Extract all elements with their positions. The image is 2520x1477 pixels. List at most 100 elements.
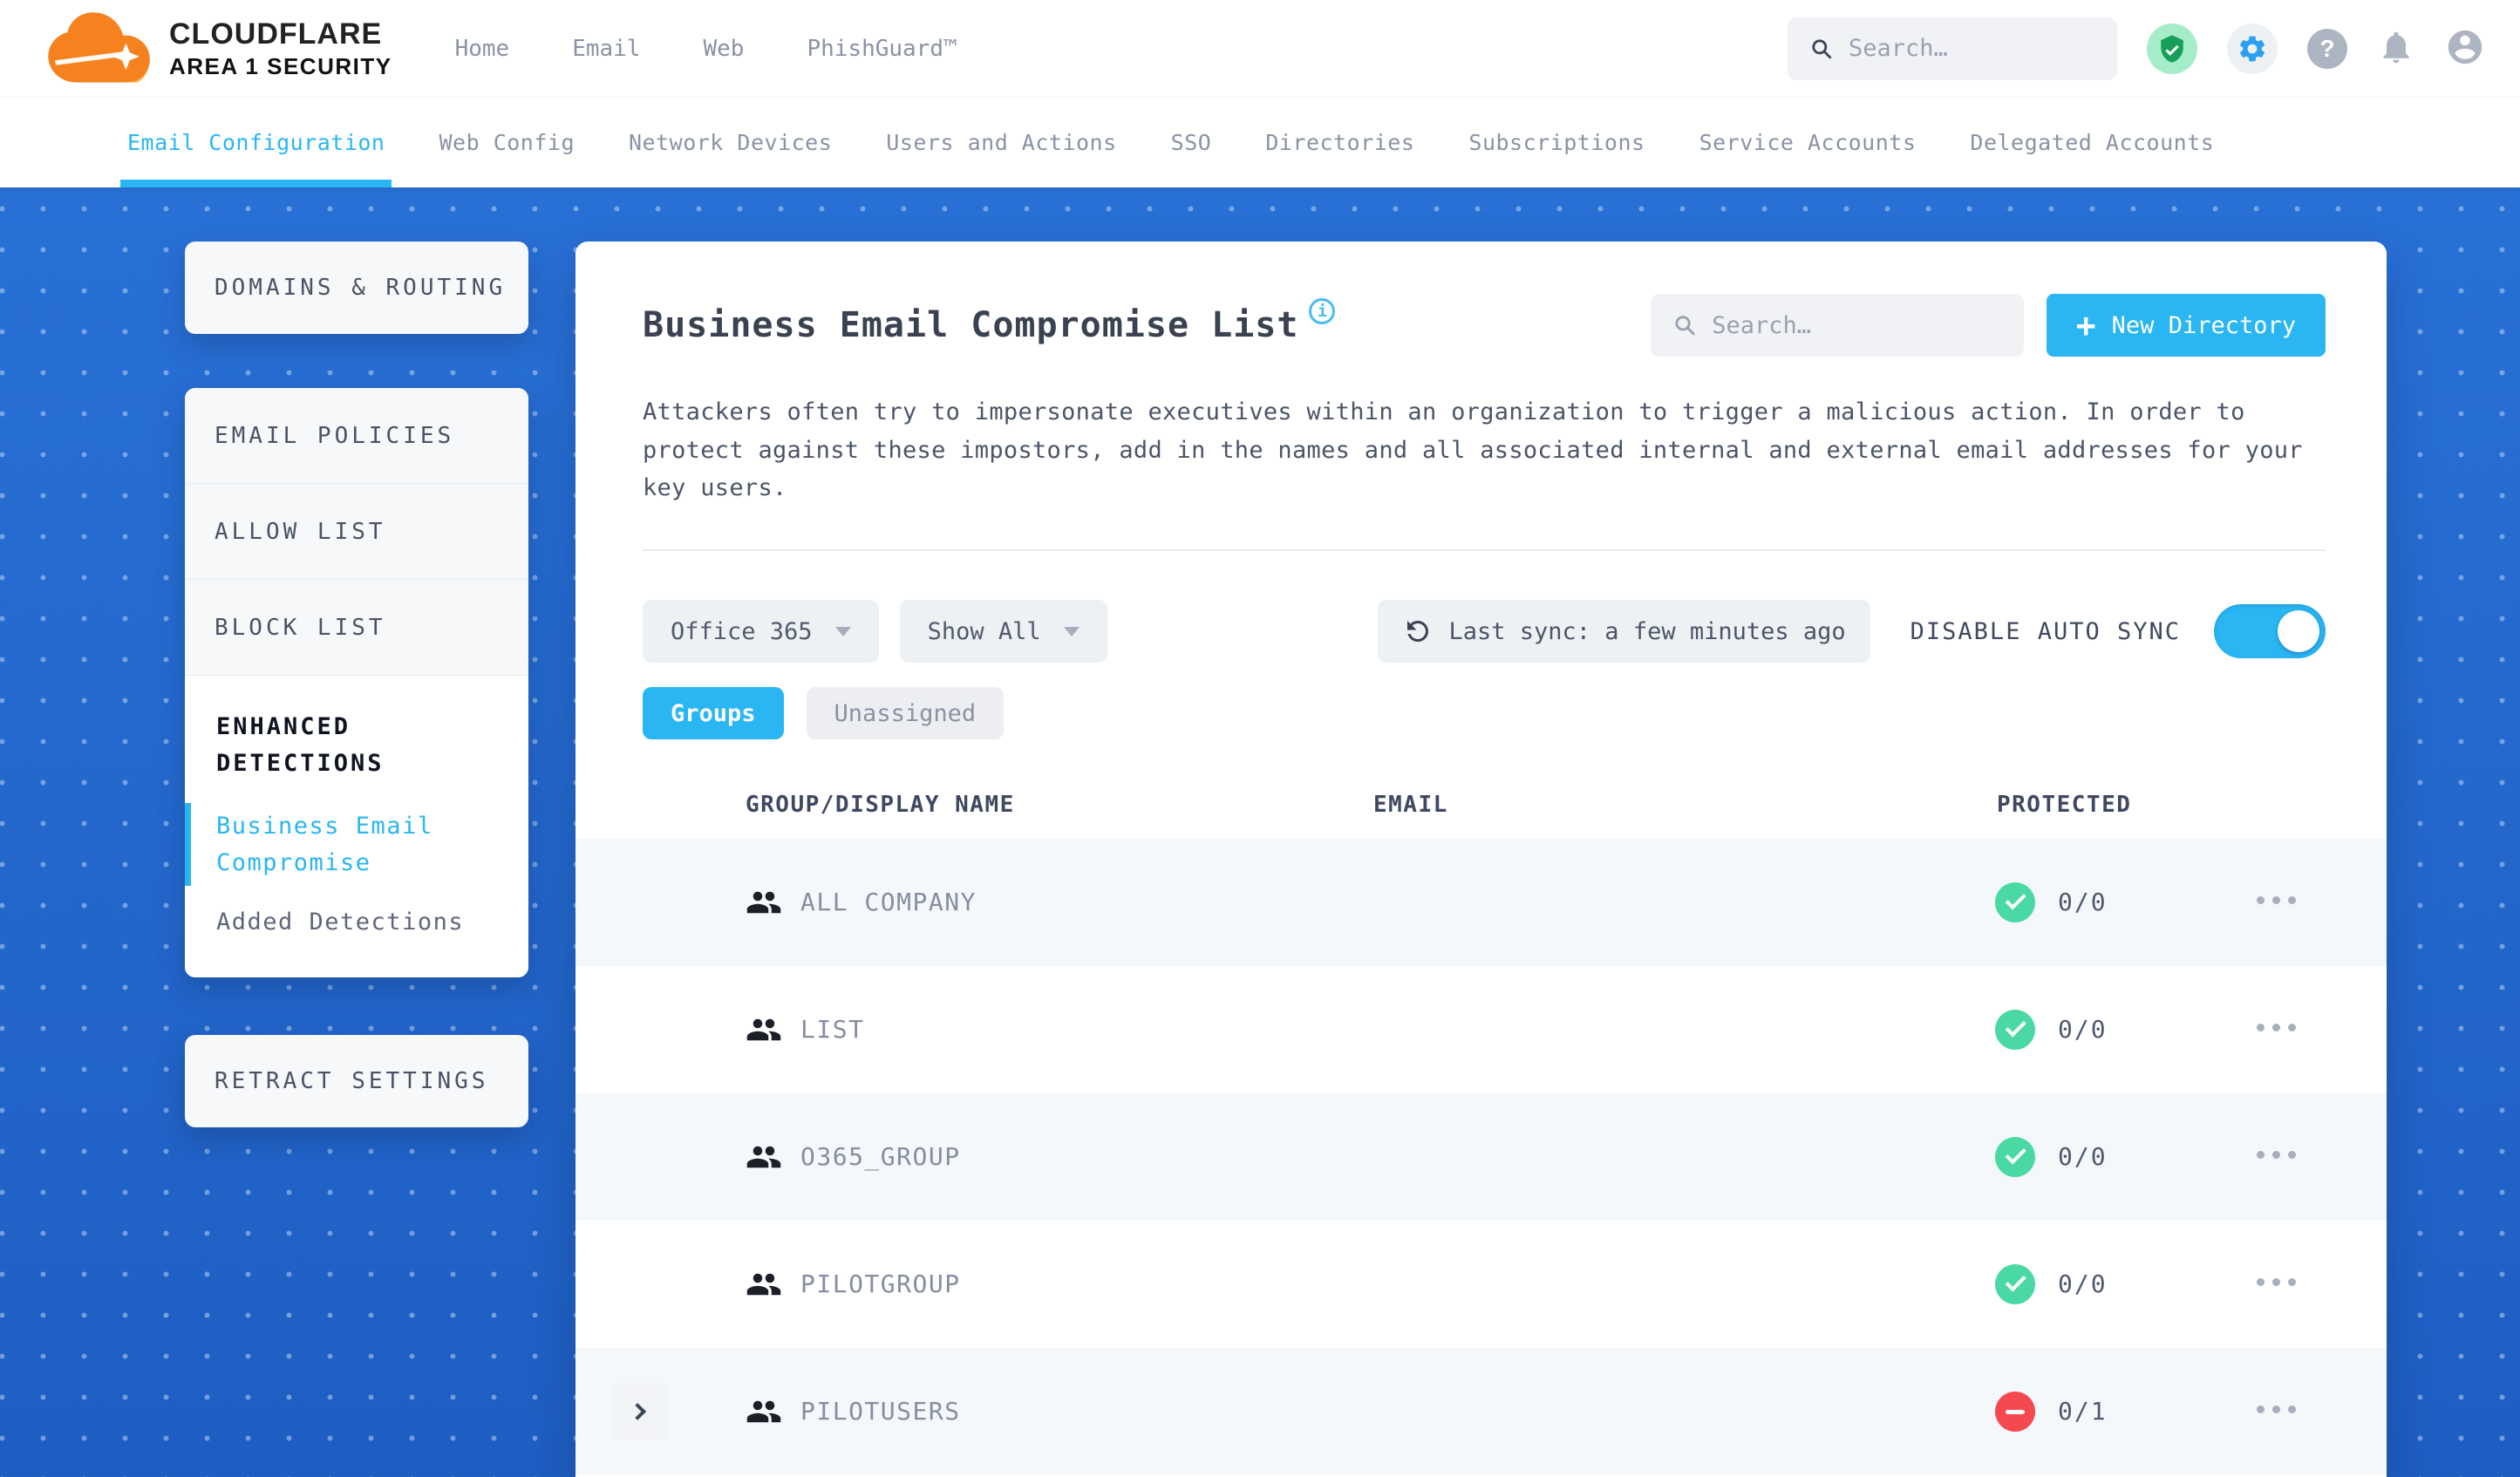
info-icon[interactable] xyxy=(1309,298,1336,324)
last-sync-text: Last sync: a few minutes ago xyxy=(1448,617,1846,645)
sidebar: DOMAINS & ROUTING EMAIL POLICIES ALLOW L… xyxy=(185,242,528,1128)
protected-count: 0/0 xyxy=(2058,1269,2108,1299)
top-bar: CLOUDFLARE AREA 1 SECURITY Home Email We… xyxy=(0,0,2520,98)
page-description: Attackers often try to impersonate execu… xyxy=(643,398,2303,502)
groups-table: GROUP/DISPLAY NAME EMAIL PROTECTED ALL C… xyxy=(576,786,2387,1476)
brand-subtitle: AREA 1 SECURITY xyxy=(169,52,392,79)
tab-service-accounts[interactable]: Service Accounts xyxy=(1699,98,1917,187)
retract-settings-label: RETRACT SETTINGS xyxy=(215,1068,489,1095)
protected-check-icon xyxy=(1995,1010,2035,1051)
list-search-input[interactable] xyxy=(1712,311,2001,339)
group-name: PILOTGROUP xyxy=(800,1269,961,1299)
last-sync-button[interactable]: Last sync: a few minutes ago xyxy=(1377,600,1870,664)
protected-count: 0/0 xyxy=(2058,888,2108,917)
tab-email-configuration[interactable]: Email Configuration xyxy=(119,98,392,187)
header-protected: PROTECTED xyxy=(1997,792,2132,819)
nav-home[interactable]: Home xyxy=(455,36,510,62)
sidebar-item-added-detections[interactable]: Added Detections xyxy=(216,909,499,936)
chevron-down-icon xyxy=(834,626,851,636)
row-actions-menu[interactable] xyxy=(2257,1151,2296,1160)
enhanced-detections-label[interactable]: ENHANCED DETECTIONS xyxy=(216,709,499,782)
expand-row-button[interactable] xyxy=(612,1384,668,1440)
sidebar-item-domains-routing[interactable]: DOMAINS & ROUTING xyxy=(185,242,528,334)
group-icon xyxy=(746,1146,781,1168)
row-actions-menu[interactable] xyxy=(2257,896,2296,905)
protected-check-icon xyxy=(1995,1137,2035,1178)
block-list-label: BLOCK LIST xyxy=(215,614,386,641)
row-actions-menu[interactable] xyxy=(2257,1278,2296,1287)
group-icon xyxy=(746,891,781,914)
group-name: LIST xyxy=(800,1015,865,1045)
tab-subscriptions[interactable]: Subscriptions xyxy=(1468,98,1645,187)
global-search[interactable] xyxy=(1788,17,2117,80)
divider xyxy=(643,549,2326,552)
brand-title: CLOUDFLARE xyxy=(169,17,383,51)
gear-icon[interactable] xyxy=(2227,23,2278,74)
search-icon xyxy=(1812,38,1832,58)
chevron-right-icon xyxy=(629,1403,647,1421)
search-icon xyxy=(1675,316,1695,336)
avatar-icon[interactable] xyxy=(2445,27,2485,71)
protected-count: 0/0 xyxy=(2058,1142,2108,1172)
view-pills: Groups Unassigned xyxy=(643,687,2326,740)
sidebar-item-allow-list[interactable]: ALLOW LIST xyxy=(185,484,528,580)
table-row: ALL COMPANY 0/0 xyxy=(576,839,2387,967)
auto-sync-label: DISABLE AUTO SYNC xyxy=(1910,617,2181,645)
bell-icon[interactable] xyxy=(2377,28,2415,70)
group-name: O365_GROUP xyxy=(800,1142,961,1172)
header-email: EMAIL xyxy=(1373,792,1448,819)
group-name: ALL COMPANY xyxy=(800,888,977,917)
protected-count: 0/0 xyxy=(2058,1015,2108,1045)
new-directory-label: New Directory xyxy=(2111,311,2296,339)
protected-check-icon xyxy=(1995,882,2035,923)
sidebar-section-enhanced-detections: ENHANCED DETECTIONS Business Email Compr… xyxy=(185,676,528,978)
group-icon xyxy=(746,1273,781,1296)
allow-list-label: ALLOW LIST xyxy=(215,518,386,545)
row-actions-menu[interactable] xyxy=(2257,1406,2296,1414)
global-search-input[interactable] xyxy=(1848,35,2094,62)
protected-count: 0/1 xyxy=(2058,1397,2108,1426)
sidebar-item-block-list[interactable]: BLOCK LIST xyxy=(185,580,528,676)
list-search[interactable] xyxy=(1650,294,2024,357)
tab-users-and-actions[interactable]: Users and Actions xyxy=(886,98,1116,187)
protected-check-icon xyxy=(1995,1264,2035,1305)
sidebar-item-email-policies[interactable]: EMAIL POLICIES xyxy=(185,388,528,484)
config-tabs: Email Configuration Web Config Network D… xyxy=(0,98,2520,187)
email-policies-label: EMAIL POLICIES xyxy=(215,422,455,449)
tab-sso[interactable]: SSO xyxy=(1171,98,1212,187)
cloudflare-cloud-icon xyxy=(48,11,150,83)
tab-delegated-accounts[interactable]: Delegated Accounts xyxy=(1970,98,2214,187)
panel-header: Business Email Compromise List New Direc… xyxy=(643,294,2326,357)
show-filter-value: Show All xyxy=(927,617,1041,645)
table-row: PILOTUSERS 0/1 xyxy=(576,1348,2387,1476)
nav-email[interactable]: Email xyxy=(572,36,640,62)
refresh-icon xyxy=(1406,621,1428,643)
auto-sync-toggle[interactable] xyxy=(2214,604,2326,659)
tab-directories[interactable]: Directories xyxy=(1265,98,1414,187)
sidebar-item-business-email-compromise[interactable]: Business Email Compromise xyxy=(185,802,499,887)
sidebar-item-retract-settings[interactable]: RETRACT SETTINGS xyxy=(185,1035,528,1128)
nav-phishguard[interactable]: PhishGuard™ xyxy=(807,36,957,62)
pill-groups[interactable]: Groups xyxy=(643,687,784,740)
directory-dropdown-value: Office 365 xyxy=(671,617,813,645)
toggle-knob xyxy=(2278,610,2319,653)
directory-dropdown[interactable]: Office 365 xyxy=(643,600,879,664)
group-icon xyxy=(746,1018,781,1041)
tab-network-devices[interactable]: Network Devices xyxy=(629,98,832,187)
tab-web-config[interactable]: Web Config xyxy=(439,98,575,187)
sync-controls: Last sync: a few minutes ago DISABLE AUT… xyxy=(1377,600,2326,664)
help-icon[interactable] xyxy=(2307,28,2347,69)
nav-web[interactable]: Web xyxy=(703,36,744,62)
pill-unassigned[interactable]: Unassigned xyxy=(806,687,1005,740)
page-title: Business Email Compromise List xyxy=(643,305,1299,345)
new-directory-button[interactable]: New Directory xyxy=(2046,294,2326,357)
main-panel: Business Email Compromise List New Direc… xyxy=(576,242,2387,1477)
show-filter-dropdown[interactable]: Show All xyxy=(899,600,1107,664)
chevron-down-icon xyxy=(1063,626,1080,636)
table-row: O365_GROUP 0/0 xyxy=(576,1093,2387,1222)
group-name: PILOTUSERS xyxy=(800,1397,961,1426)
primary-nav: Home Email Web PhishGuard™ xyxy=(455,36,957,62)
protected-blocked-icon xyxy=(1995,1392,2035,1433)
shield-check-icon[interactable] xyxy=(2147,23,2197,74)
row-actions-menu[interactable] xyxy=(2257,1024,2296,1032)
